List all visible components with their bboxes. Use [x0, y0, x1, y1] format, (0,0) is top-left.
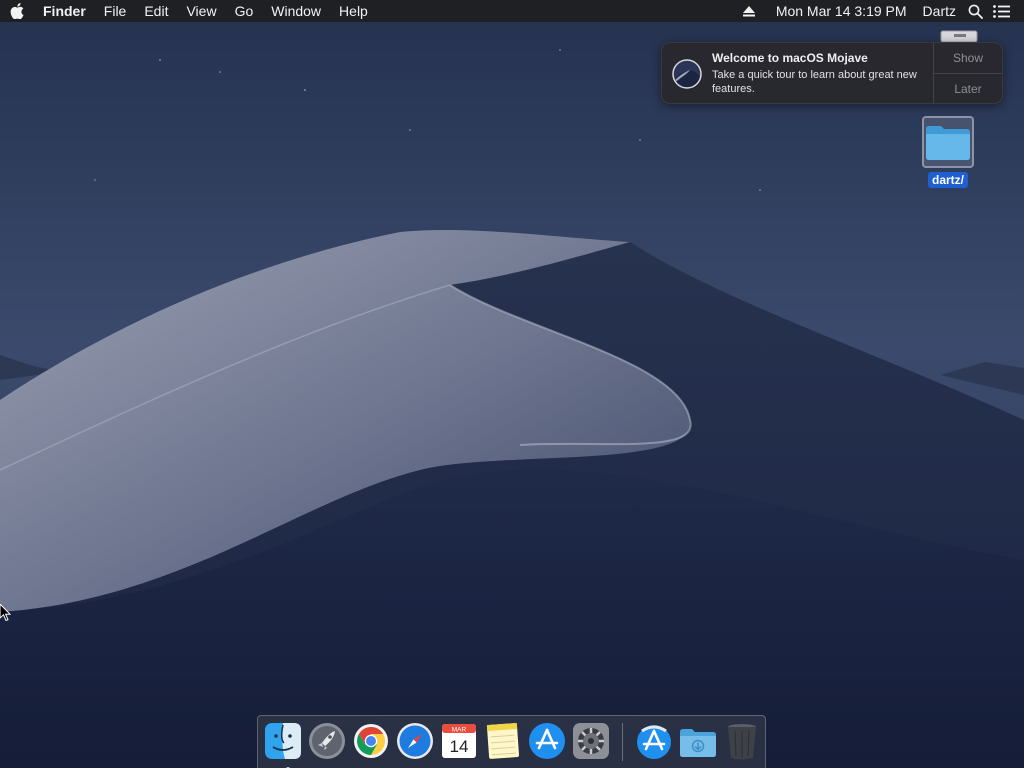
dock-app-store[interactable]	[527, 721, 567, 761]
system-preferences-gear-icon	[573, 723, 609, 759]
dock-launchpad[interactable]	[307, 721, 347, 761]
notification-banner[interactable]: Welcome to macOS Mojave Take a quick tou…	[661, 42, 1003, 104]
notification-center-icon[interactable]	[988, 0, 1014, 22]
calendar-month: MAR	[452, 727, 467, 734]
folder-selection[interactable]	[922, 116, 974, 168]
dock-safari[interactable]	[395, 721, 435, 761]
later-button[interactable]: Later	[934, 74, 1002, 104]
calendar-icon: MAR 14	[442, 724, 476, 758]
menubar-clock[interactable]: Mon Mar 14 3:19 PM	[770, 0, 913, 22]
spotlight-search-icon[interactable]	[962, 0, 988, 22]
show-button[interactable]: Show	[934, 43, 1002, 74]
downloads-folder-icon	[680, 729, 716, 757]
calendar-day: 14	[450, 737, 469, 756]
app-store-icon	[529, 723, 565, 759]
desktop[interactable]: Finder File Edit View Go Window Help Mon…	[0, 0, 1024, 768]
dock-system-preferences[interactable]	[571, 721, 611, 761]
dock-trash[interactable]	[722, 721, 762, 761]
app-menu-finder[interactable]: Finder	[34, 0, 95, 22]
trash-icon	[728, 724, 756, 760]
menu-bar: Finder File Edit View Go Window Help Mon…	[0, 0, 1024, 22]
menu-window[interactable]: Window	[262, 0, 330, 22]
finder-icon	[265, 723, 301, 759]
dock-chrome[interactable]	[351, 721, 391, 761]
menu-view[interactable]: View	[177, 0, 225, 22]
launchpad-rocket-icon	[309, 723, 345, 759]
menu-go[interactable]: Go	[226, 0, 263, 22]
menu-edit[interactable]: Edit	[135, 0, 177, 22]
apple-menu-icon[interactable]	[0, 0, 34, 22]
dock-finder[interactable]	[263, 721, 303, 768]
mojave-wallpaper	[0, 0, 1024, 768]
dock: MAR 14	[257, 715, 766, 768]
folder-label[interactable]: dartz/	[927, 172, 968, 188]
dock-separator	[622, 723, 623, 761]
dock-downloads-folder[interactable]	[678, 721, 718, 761]
notes-icon	[486, 722, 520, 759]
app-store-icon	[637, 725, 671, 759]
eject-icon[interactable]	[736, 0, 762, 22]
notification-title: Welcome to macOS Mojave	[712, 51, 868, 65]
dock-calendar[interactable]: MAR 14	[439, 721, 479, 761]
chrome-icon	[354, 724, 388, 758]
menu-help[interactable]: Help	[330, 0, 377, 22]
hard-drive-icon[interactable]	[940, 30, 978, 42]
safari-compass-icon	[397, 723, 433, 759]
notification-body: Take a quick tour to learn about great n…	[712, 69, 917, 95]
notification-actions: Show Later	[933, 43, 1002, 103]
menu-file[interactable]: File	[95, 0, 136, 22]
mouse-cursor-icon	[0, 604, 12, 622]
folder-icon	[926, 126, 970, 160]
desktop-folder-dartz[interactable]: dartz/	[912, 116, 984, 189]
mojave-logo-icon	[672, 59, 702, 89]
menubar-user[interactable]: Dartz	[917, 0, 962, 22]
dock-notes[interactable]	[483, 721, 523, 761]
dock-app-store-downloads[interactable]	[634, 721, 674, 761]
